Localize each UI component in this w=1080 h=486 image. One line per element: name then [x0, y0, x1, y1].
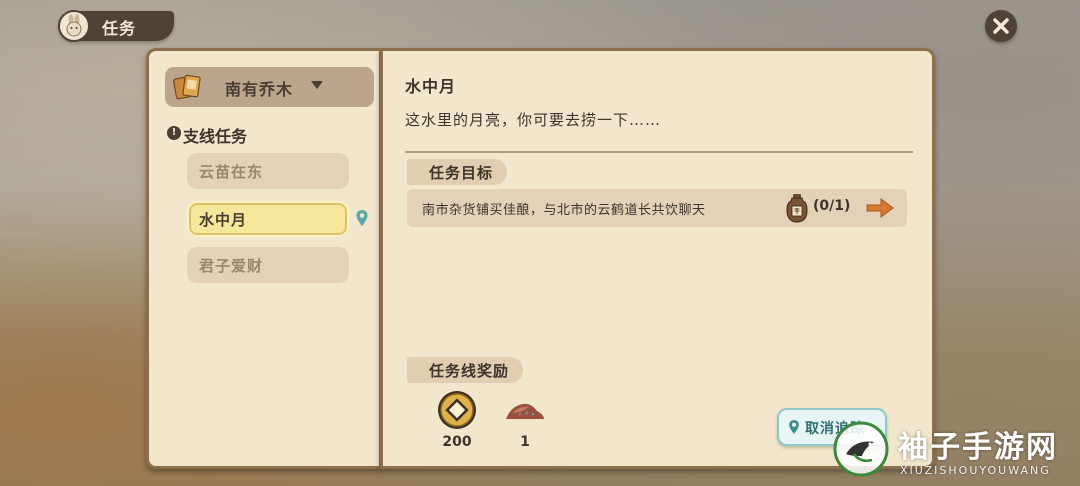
chevron-down-icon: [311, 81, 323, 89]
quest-detail-panel: 水中月 这水里的月亮，你可要去捞一下…… 任务目标 南市杂货铺买佳酿，与北市的云…: [380, 48, 935, 469]
objective-row[interactable]: 南市杂货铺买佳酿，与北市的云鹤道长共饮聊天 (0/1): [407, 189, 907, 227]
watermark-title: 袖子手游网: [898, 430, 1058, 465]
objective-section-label: 任务目标: [407, 159, 508, 185]
window-title: 任务: [102, 19, 137, 38]
quest-item-label: 水中月: [199, 211, 248, 229]
reward-qty: 1: [520, 434, 530, 450]
window-title-pill: 任务: [58, 10, 174, 42]
divider: [405, 151, 913, 153]
reward-item-coin[interactable]: 200: [435, 389, 479, 450]
quest-category-label: 支线任务: [183, 127, 248, 146]
arrow-right-icon[interactable]: [865, 197, 895, 219]
reward-item-soil[interactable]: 1: [503, 389, 547, 450]
wine-jar-icon: [785, 193, 809, 223]
objective-progress: (0/1): [813, 198, 851, 214]
quest-list-panel: 南有乔木 ! 支线任务 云苗在东 水中月 君子爱财: [146, 48, 382, 469]
quest-item-label: 云苗在东: [199, 163, 264, 181]
reward-qty: 200: [442, 434, 472, 450]
character-name: 南有乔木: [225, 80, 294, 99]
cards-icon: [173, 74, 203, 100]
quest-item-label: 君子爱财: [199, 257, 264, 275]
soil-pile-icon: [503, 389, 547, 431]
close-button[interactable]: [985, 10, 1017, 42]
quest-item-yunmiao[interactable]: 云苗在东: [187, 153, 349, 189]
watermark-subtitle: XIUZISHOUYOUWANG: [900, 464, 1051, 477]
location-pin-icon: [788, 419, 800, 435]
game-scene: 任务 南有乔木 ! 支线任务 云苗在东 水中月 君子爱财 水中月 这水里的月亮，…: [0, 0, 1080, 486]
reward-section-label: 任务线奖励: [407, 357, 524, 383]
objective-text: 南市杂货铺买佳酿，与北市的云鹤道长共饮聊天: [422, 203, 706, 218]
quest-item-shuizhongyue[interactable]: 水中月: [187, 201, 349, 237]
quest-item-junzi[interactable]: 君子爱财: [187, 247, 349, 283]
copper-coin-icon: [435, 389, 479, 431]
quest-title: 水中月: [405, 77, 457, 96]
rabbit-icon: [58, 10, 90, 42]
close-icon: [993, 18, 1009, 34]
bird-logo-icon: [832, 420, 890, 478]
exclamation-icon: !: [167, 126, 181, 140]
site-watermark: 袖子手游网 XIUZISHOUYOUWANG: [832, 420, 1078, 484]
character-dropdown[interactable]: 南有乔木: [165, 67, 374, 107]
tracking-pin-icon: [355, 209, 369, 227]
quest-description: 这水里的月亮，你可要去捞一下……: [405, 111, 662, 129]
